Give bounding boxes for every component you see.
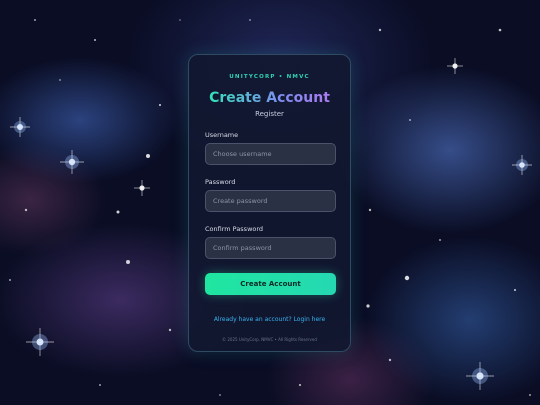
username-label: Username: [205, 131, 239, 139]
create-account-button[interactable]: Create Account: [205, 273, 336, 295]
password-input[interactable]: [205, 190, 336, 212]
page-subtitle: Register: [255, 110, 284, 118]
page-title: Create Account: [205, 90, 334, 106]
confirm-password-input[interactable]: [205, 237, 336, 259]
login-link[interactable]: Already have an account? Login here: [205, 316, 334, 323]
footer-copyright: © 2025 UnityCorp. NMVC • All Rights Rese…: [222, 337, 317, 342]
confirm-password-label: Confirm Password: [205, 225, 264, 233]
brand-label: UNITYCORP • NMVC: [229, 74, 310, 80]
register-card: UNITYCORP • NMVC Create Account Register…: [188, 54, 351, 352]
username-input[interactable]: [205, 143, 336, 165]
password-label: Password: [205, 178, 236, 186]
